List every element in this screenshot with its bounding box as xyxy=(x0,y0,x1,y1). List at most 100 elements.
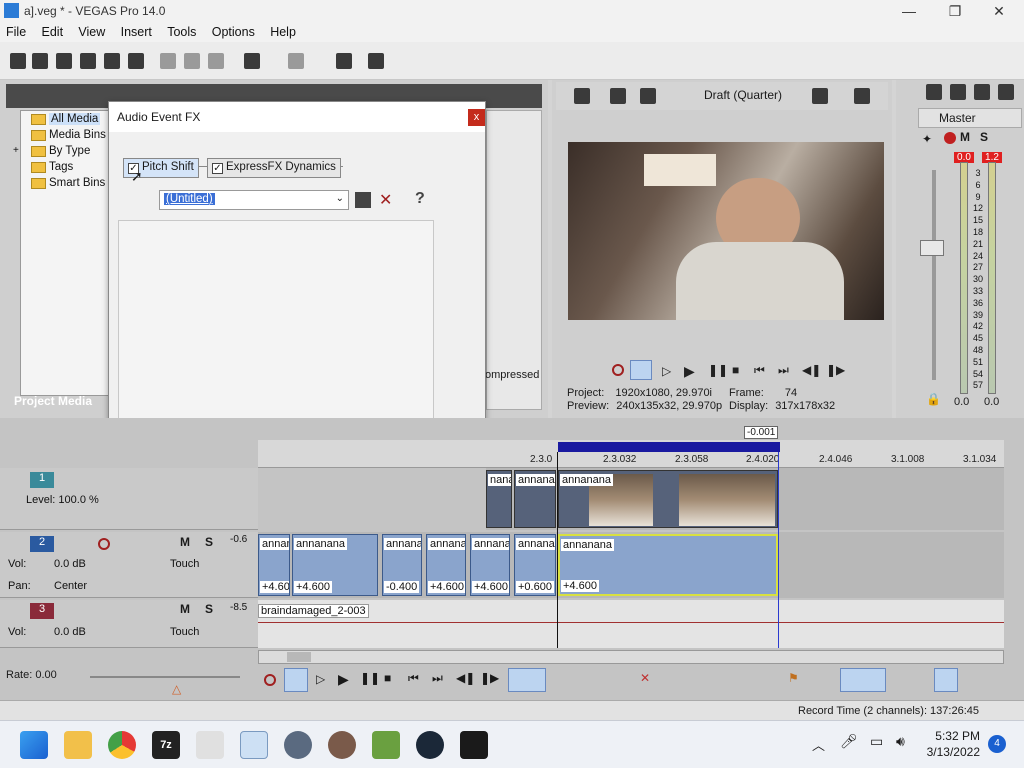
track-3-mute-button[interactable]: M xyxy=(180,602,190,616)
preview-quality-dropdown[interactable]: Draft (Quarter) xyxy=(704,88,782,102)
save-as-icon[interactable] xyxy=(80,53,96,69)
maximize-button[interactable]: ❐ xyxy=(932,0,978,22)
windows-start-icon[interactable] xyxy=(20,731,48,759)
video-clip[interactable]: annana xyxy=(514,470,556,528)
audio-clip[interactable]: annana +4.600 xyxy=(470,534,510,596)
prev-frame-icon[interactable]: ◀❚ xyxy=(802,363,821,377)
dialog-close-button[interactable]: x xyxy=(468,109,485,126)
audio-clip[interactable]: annana +4.600 xyxy=(426,534,466,596)
help-button[interactable]: ? xyxy=(415,190,425,208)
save-preset-icon[interactable] xyxy=(355,192,371,208)
track-3-clip-label[interactable]: braindamaged_2-003 xyxy=(258,604,369,618)
audio-clip-selected[interactable]: annanana +4.600 xyxy=(558,534,778,596)
master-solo-button[interactable]: S xyxy=(980,130,988,144)
chevron-down-icon[interactable]: ⌄ xyxy=(336,193,344,204)
master-fader-handle[interactable] xyxy=(920,240,944,256)
normal-edit-tool-icon[interactable] xyxy=(508,668,546,692)
rate-slider[interactable] xyxy=(90,676,240,678)
expressfx-checkbox[interactable]: ✓ xyxy=(212,163,223,174)
timeline-stop-icon[interactable]: ■ xyxy=(384,671,391,685)
network-icon[interactable]: ▭ xyxy=(870,733,883,750)
menu-options[interactable]: Options xyxy=(206,22,261,42)
tree-media-bins[interactable]: Media Bins xyxy=(31,129,106,141)
go-to-start-icon[interactable]: ⏮ xyxy=(754,363,765,378)
overlays-icon[interactable] xyxy=(812,88,828,104)
track-3-solo-button[interactable]: S xyxy=(205,602,213,616)
scrollbar-thumb[interactable] xyxy=(287,652,311,662)
tree-tags[interactable]: Tags xyxy=(31,161,73,173)
audio-clip[interactable]: annanana +4.600 xyxy=(292,534,378,596)
game-app-icon[interactable] xyxy=(372,731,400,759)
copy-snapshot-icon[interactable] xyxy=(854,88,870,104)
taskbar-time[interactable]: 5:32 PM xyxy=(928,729,980,743)
master-fx-icon[interactable]: ✦ xyxy=(922,132,932,146)
copy-icon[interactable] xyxy=(184,53,200,69)
cut-icon[interactable] xyxy=(160,53,176,69)
volume-icon[interactable]: 🔊︎ xyxy=(896,733,905,750)
lock-icon[interactable]: 🔒 xyxy=(926,392,941,406)
taskbar-date[interactable]: 3/13/2022 xyxy=(926,745,980,759)
timeline-scrollbar[interactable] xyxy=(258,650,1004,664)
plugin-icon[interactable] xyxy=(336,53,352,69)
downmix-icon[interactable] xyxy=(998,84,1014,100)
track-2-automation-mode[interactable]: Touch xyxy=(170,558,199,570)
go-to-end-icon[interactable]: ⏭ xyxy=(778,363,789,378)
app-icon[interactable] xyxy=(460,731,488,759)
close-button[interactable]: ✕ xyxy=(976,0,1022,22)
video-clip[interactable]: annanana xyxy=(558,470,778,528)
undo-icon[interactable] xyxy=(244,53,260,69)
play-icon[interactable]: ▶ xyxy=(684,363,695,380)
master-mute-button[interactable]: M xyxy=(960,130,970,144)
menu-help[interactable]: Help xyxy=(264,22,302,42)
gear-icon[interactable] xyxy=(128,53,144,69)
playhead-cursor[interactable] xyxy=(557,452,558,648)
save-icon[interactable] xyxy=(56,53,72,69)
menu-view[interactable]: View xyxy=(72,22,111,42)
record-icon[interactable] xyxy=(612,364,624,376)
track-3-number[interactable]: 3 xyxy=(30,603,54,619)
external-monitor-icon[interactable] xyxy=(610,88,626,104)
master-settings-icon[interactable] xyxy=(926,84,942,100)
7zip-icon[interactable]: 7z xyxy=(152,731,180,759)
delete-icon[interactable]: ✕ xyxy=(640,671,650,685)
stop-icon[interactable]: ■ xyxy=(732,363,739,377)
audio-clip[interactable]: annan +4.60 xyxy=(258,534,290,596)
delete-preset-icon[interactable]: ✕ xyxy=(379,190,392,210)
rate-marker-icon[interactable]: △ xyxy=(172,682,181,696)
timeline-record-icon[interactable] xyxy=(264,674,276,686)
tree-by-type[interactable]: + By Type xyxy=(13,145,90,157)
document-app-icon[interactable] xyxy=(196,731,224,759)
track-1-number[interactable]: 1 xyxy=(30,472,54,488)
steam-icon[interactable] xyxy=(416,731,444,759)
redo-icon[interactable] xyxy=(288,53,304,69)
tree-all-media[interactable]: All Media xyxy=(31,113,101,125)
project-media-tab[interactable]: Project Media xyxy=(14,394,92,408)
new-project-icon[interactable] xyxy=(10,53,26,69)
speaker-icon[interactable] xyxy=(974,84,990,100)
auto-ripple-icon[interactable] xyxy=(934,668,958,692)
timeline-prev-frame-icon[interactable]: ◀❚ xyxy=(456,671,475,685)
menu-insert[interactable]: Insert xyxy=(115,22,158,42)
loop-region[interactable] xyxy=(558,442,780,452)
track-2-mute-button[interactable]: M xyxy=(180,535,190,549)
notification-badge[interactable]: 4 xyxy=(988,735,1006,753)
preview-settings-icon[interactable] xyxy=(574,88,590,104)
timeline-go-start-icon[interactable]: ⏮ xyxy=(408,671,419,686)
timeline-play-from-start-icon[interactable]: ▷ xyxy=(316,672,325,686)
fx-chain-expressfx-dynamics[interactable]: ✓ ExpressFX Dynamics xyxy=(207,158,341,178)
snapping-icon[interactable] xyxy=(840,668,886,692)
tree-smart-bins[interactable]: Smart Bins xyxy=(31,177,105,189)
play-from-start-icon[interactable]: ▷ xyxy=(662,364,671,378)
track-2-solo-button[interactable]: S xyxy=(205,535,213,549)
chrome-icon[interactable] xyxy=(108,731,136,759)
track-2-number[interactable]: 2 xyxy=(30,536,54,552)
loop-icon[interactable] xyxy=(630,360,652,380)
render-icon[interactable] xyxy=(104,53,120,69)
insert-marker-icon[interactable]: ⚑ xyxy=(788,671,799,685)
paste-icon[interactable] xyxy=(208,53,224,69)
microphone-icon[interactable]: 🎤︎ xyxy=(840,733,858,750)
minimize-button[interactable]: — xyxy=(886,0,932,22)
audio-clip[interactable]: annana -0.400 xyxy=(382,534,422,596)
menu-tools[interactable]: Tools xyxy=(161,22,202,42)
menu-file[interactable]: File xyxy=(0,22,32,42)
